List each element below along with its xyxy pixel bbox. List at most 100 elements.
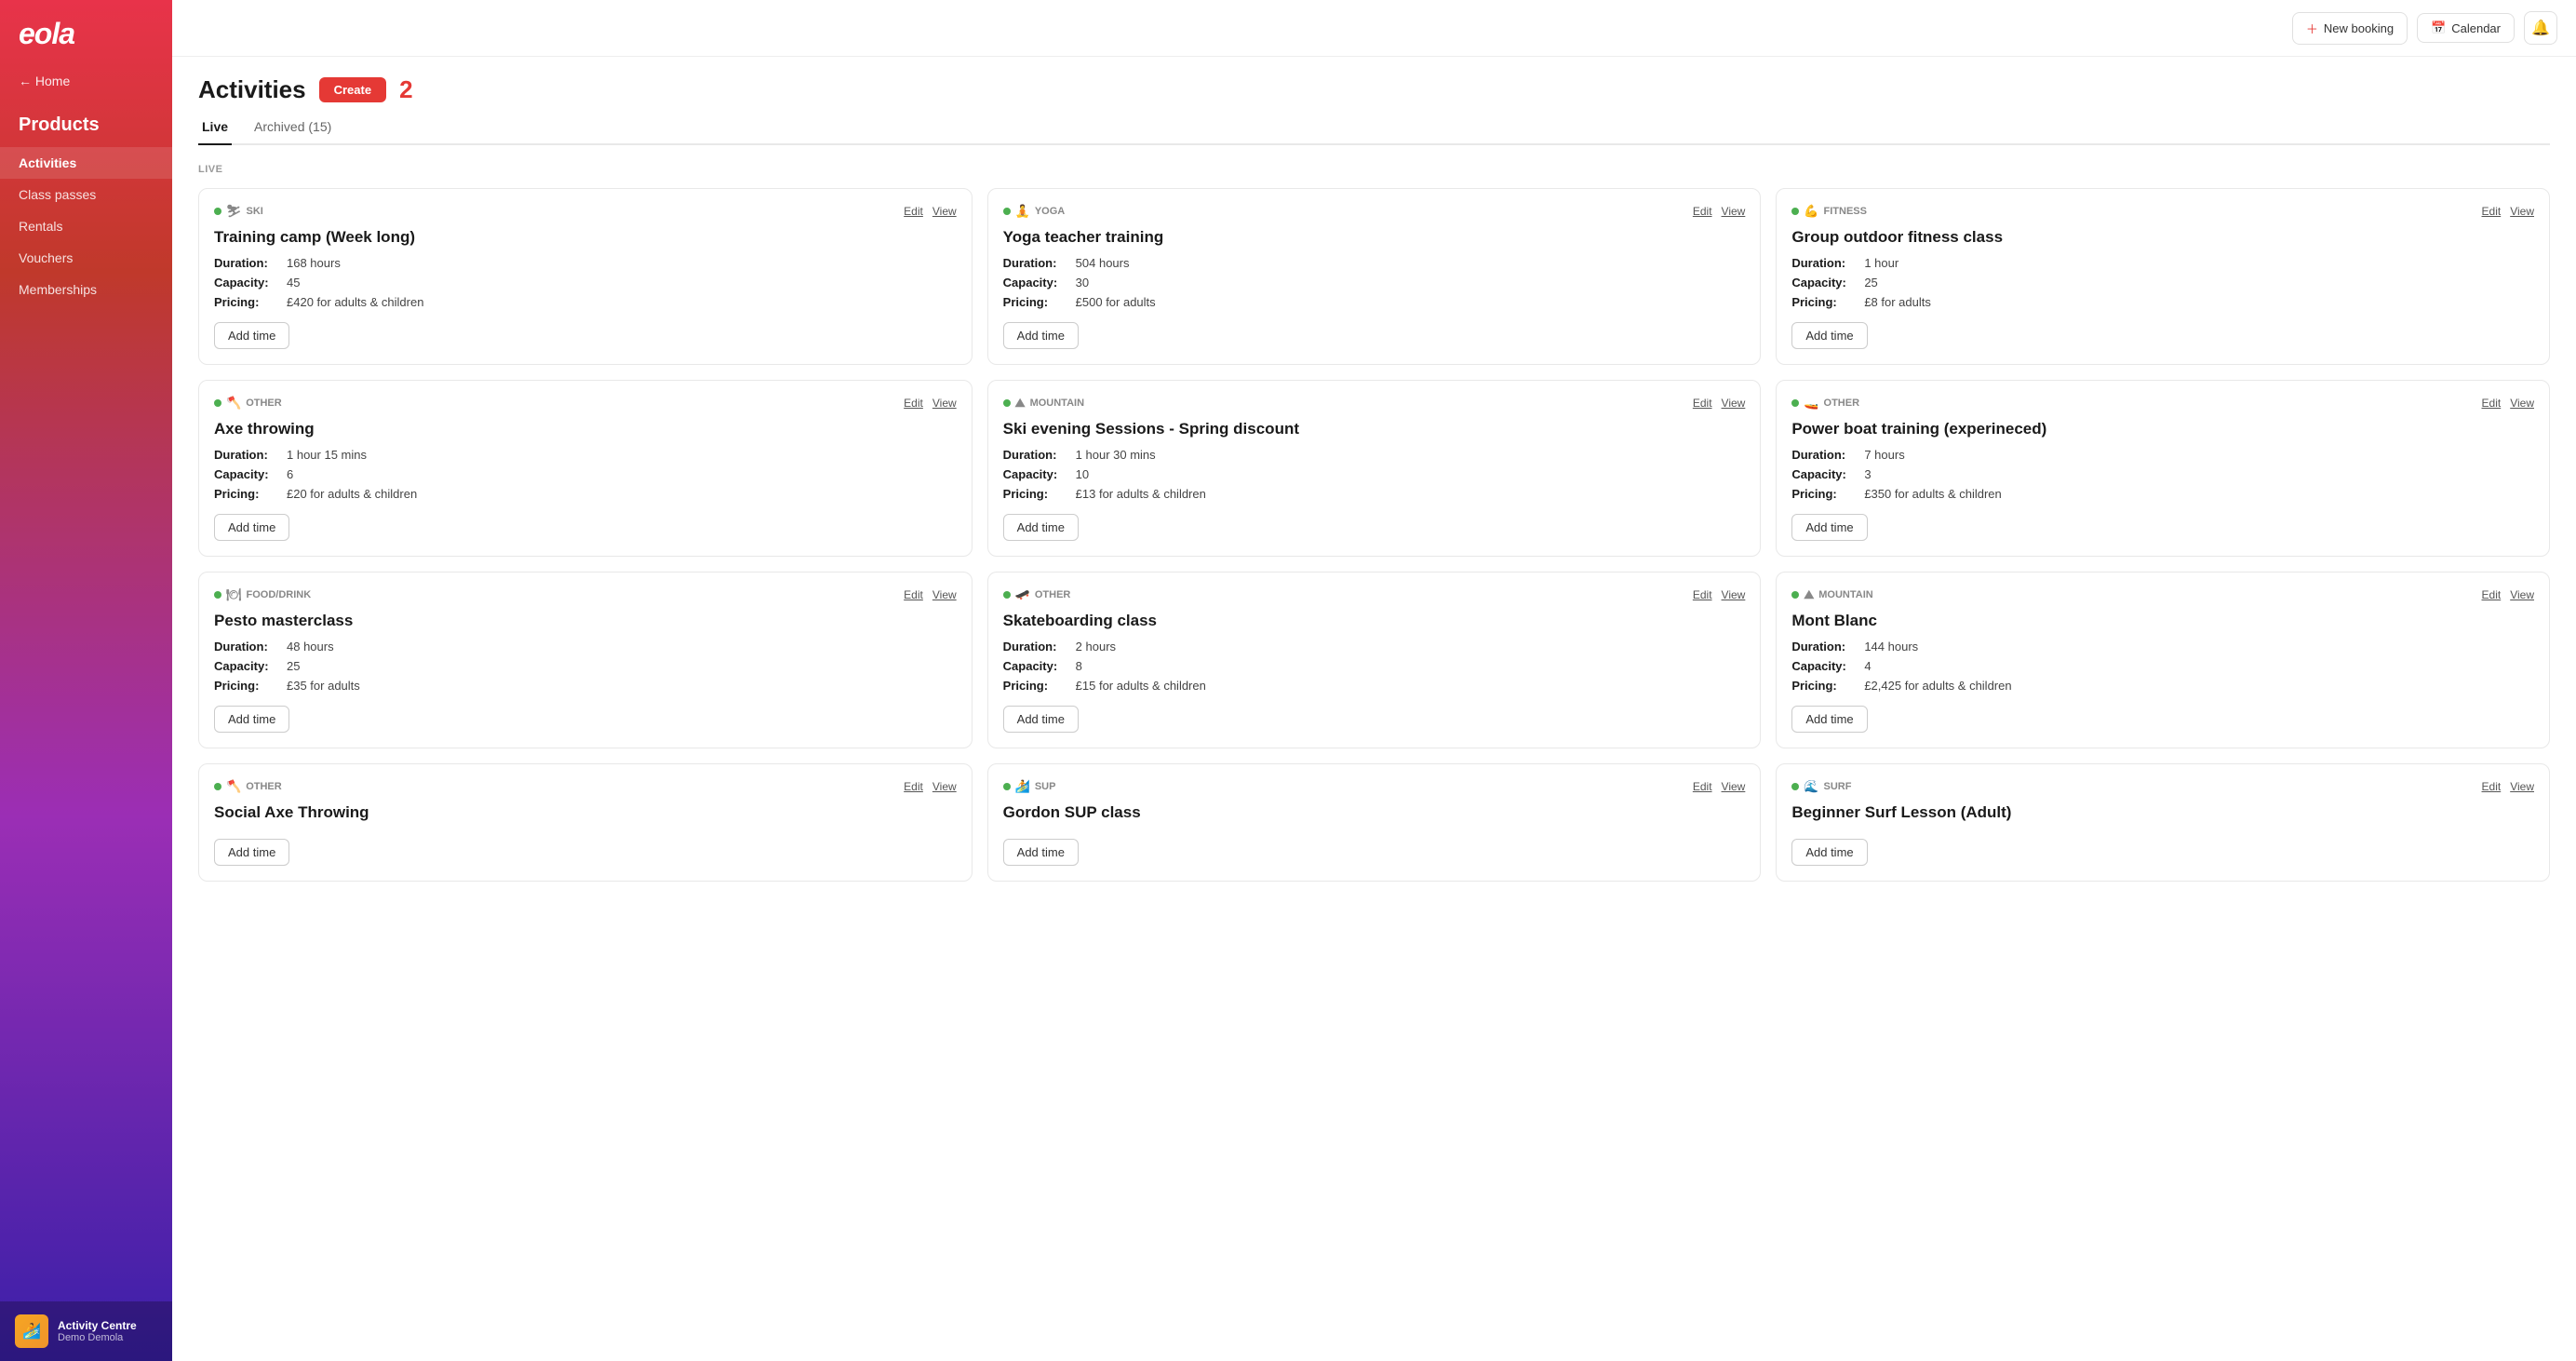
status-dot <box>1003 399 1011 407</box>
card-duration: Duration: 144 hours <box>1791 640 2534 654</box>
edit-link[interactable]: Edit <box>904 205 923 218</box>
activity-card: ⛰ MOUNTAIN Edit View Mont Blanc Duration… <box>1776 572 2550 748</box>
add-time-button[interactable]: Add time <box>1003 322 1079 349</box>
pricing-label: Pricing: <box>1003 679 1070 693</box>
duration-value: 144 hours <box>1864 640 1918 654</box>
activity-card: 🌊 SURF Edit View Beginner Surf Lesson (A… <box>1776 763 2550 882</box>
sidebar-item-activities[interactable]: Activities <box>0 147 172 179</box>
add-time-button[interactable]: Add time <box>1003 514 1079 541</box>
type-label: FITNESS <box>1824 206 1867 217</box>
duration-label: Duration: <box>1003 448 1070 462</box>
card-title: Ski evening Sessions - Spring discount <box>1003 420 1746 438</box>
pricing-label: Pricing: <box>1791 679 1858 693</box>
pricing-value: £500 for adults <box>1076 295 1156 309</box>
edit-link[interactable]: Edit <box>904 397 923 410</box>
view-link[interactable]: View <box>1722 588 1746 601</box>
add-time-button[interactable]: Add time <box>1791 514 1867 541</box>
card-actions: Edit View <box>904 397 956 410</box>
calendar-button[interactable]: 📅 Calendar <box>2417 13 2515 43</box>
card-actions: Edit View <box>1693 588 1745 601</box>
duration-value: 48 hours <box>287 640 334 654</box>
card-title: Group outdoor fitness class <box>1791 228 2534 247</box>
add-time-button[interactable]: Add time <box>1003 839 1079 866</box>
add-time-button[interactable]: Add time <box>214 839 289 866</box>
status-dot <box>214 783 221 790</box>
main-content: ＋ New booking 📅 Calendar 🔔 Activities Cr… <box>172 0 2576 1361</box>
edit-link[interactable]: Edit <box>1693 588 1712 601</box>
sidebar-item-vouchers[interactable]: Vouchers <box>0 242 172 274</box>
edit-link[interactable]: Edit <box>2482 397 2502 410</box>
view-link[interactable]: View <box>1722 397 1746 410</box>
duration-value: 1 hour <box>1864 256 1898 270</box>
capacity-label: Capacity: <box>1791 659 1858 673</box>
type-icon: 🏄 <box>1015 779 1030 794</box>
add-time-button[interactable]: Add time <box>214 706 289 733</box>
card-actions: Edit View <box>904 205 956 218</box>
type-icon: 🪓 <box>226 779 241 794</box>
card-capacity: Capacity: 30 <box>1003 276 1746 290</box>
edit-link[interactable]: Edit <box>2482 780 2502 793</box>
logo-text: eola <box>19 17 74 51</box>
card-capacity: Capacity: 25 <box>214 659 957 673</box>
card-type: 💪 FITNESS <box>1791 204 1867 219</box>
view-link[interactable]: View <box>1722 205 1746 218</box>
card-actions: Edit View <box>2482 780 2534 793</box>
card-header: 🛹 OTHER Edit View <box>1003 587 1746 602</box>
edit-link[interactable]: Edit <box>1693 780 1712 793</box>
edit-link[interactable]: Edit <box>1693 397 1712 410</box>
duration-value: 1 hour 15 mins <box>287 448 367 462</box>
type-icon: ⛷ <box>226 204 242 219</box>
type-icon: 🍽 <box>226 587 242 602</box>
sidebar-item-class-passes[interactable]: Class passes <box>0 179 172 210</box>
card-title: Training camp (Week long) <box>214 228 957 247</box>
view-link[interactable]: View <box>932 588 957 601</box>
tab-live[interactable]: Live <box>198 110 232 145</box>
new-booking-button[interactable]: ＋ New booking <box>2292 12 2408 45</box>
sidebar-item-rentals[interactable]: Rentals <box>0 210 172 242</box>
type-icon: ⛰ <box>1015 396 1026 411</box>
edit-link[interactable]: Edit <box>904 780 923 793</box>
edit-link[interactable]: Edit <box>1693 205 1712 218</box>
type-icon: 🪓 <box>226 396 241 411</box>
duration-label: Duration: <box>1003 640 1070 654</box>
add-time-button[interactable]: Add time <box>214 514 289 541</box>
card-header: 🍽 FOOD/DRINK Edit View <box>214 587 957 602</box>
edit-link[interactable]: Edit <box>904 588 923 601</box>
capacity-label: Capacity: <box>214 276 281 290</box>
capacity-value: 8 <box>1076 659 1082 673</box>
section-live-label: LIVE <box>198 164 2550 175</box>
add-time-button[interactable]: Add time <box>1791 706 1867 733</box>
card-title: Social Axe Throwing <box>214 803 957 822</box>
card-capacity: Capacity: 25 <box>1791 276 2534 290</box>
add-time-button[interactable]: Add time <box>214 322 289 349</box>
card-pricing: Pricing: £350 for adults & children <box>1791 487 2534 501</box>
capacity-value: 25 <box>287 659 300 673</box>
view-link[interactable]: View <box>932 397 957 410</box>
card-capacity: Capacity: 45 <box>214 276 957 290</box>
sidebar-home-link[interactable]: ← Home <box>0 66 172 103</box>
add-time-button[interactable]: Add time <box>1791 839 1867 866</box>
sidebar-item-memberships[interactable]: Memberships <box>0 274 172 305</box>
duration-value: 7 hours <box>1864 448 1904 462</box>
tab-archived[interactable]: Archived (15) <box>250 110 335 145</box>
view-link[interactable]: View <box>1722 780 1746 793</box>
view-link[interactable]: View <box>2510 780 2534 793</box>
notifications-button[interactable]: 🔔 <box>2524 11 2557 45</box>
add-time-button[interactable]: Add time <box>1003 706 1079 733</box>
duration-value: 168 hours <box>287 256 341 270</box>
duration-label: Duration: <box>1791 448 1858 462</box>
edit-link[interactable]: Edit <box>2482 205 2502 218</box>
add-time-button[interactable]: Add time <box>1791 322 1867 349</box>
view-link[interactable]: View <box>932 205 957 218</box>
create-button[interactable]: Create <box>319 77 386 102</box>
view-link[interactable]: View <box>2510 588 2534 601</box>
view-link[interactable]: View <box>932 780 957 793</box>
edit-link[interactable]: Edit <box>2482 588 2502 601</box>
card-duration: Duration: 168 hours <box>214 256 957 270</box>
card-duration: Duration: 1 hour 15 mins <box>214 448 957 462</box>
type-label: OTHER <box>246 781 282 792</box>
capacity-value: 4 <box>1864 659 1871 673</box>
view-link[interactable]: View <box>2510 397 2534 410</box>
view-link[interactable]: View <box>2510 205 2534 218</box>
duration-label: Duration: <box>214 256 281 270</box>
